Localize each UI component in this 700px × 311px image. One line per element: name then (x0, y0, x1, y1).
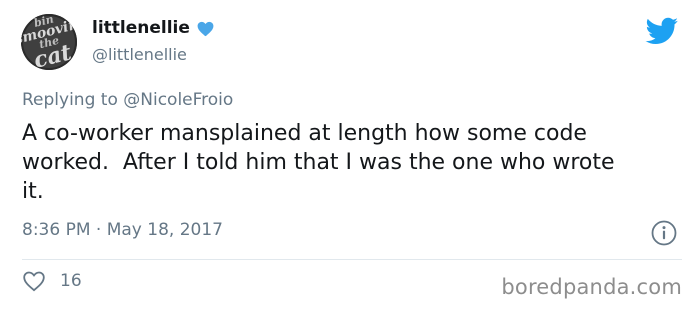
watermark: boredpanda.com (501, 275, 682, 299)
divider (22, 259, 682, 260)
like-count: 16 (60, 271, 82, 291)
heart-icon[interactable] (22, 270, 46, 292)
tweet-card: bin smoovin the cat littlenellie @little… (0, 0, 700, 311)
reply-mention-link[interactable]: @NicoleFroio (123, 90, 233, 110)
avatar-logo-text: bin smoovin the cat (21, 14, 77, 70)
verified-badge-icon (196, 19, 215, 38)
like-button[interactable]: 16 (22, 270, 82, 292)
info-icon[interactable] (651, 220, 677, 246)
reply-context: Replying to @NicoleFroio (22, 90, 233, 110)
user-handle[interactable]: @littlenellie (92, 45, 187, 64)
avatar[interactable]: bin smoovin the cat (21, 14, 77, 70)
tweet-text: A co-worker mansplained at length how so… (22, 121, 615, 204)
display-name[interactable]: littlenellie (92, 18, 190, 38)
reply-prefix: Replying to (22, 90, 124, 110)
timestamp-link[interactable]: 8:36 PM · May 18, 2017 (22, 220, 223, 240)
twitter-bird-icon[interactable] (642, 14, 682, 47)
author-name-row: littlenellie (92, 18, 215, 38)
